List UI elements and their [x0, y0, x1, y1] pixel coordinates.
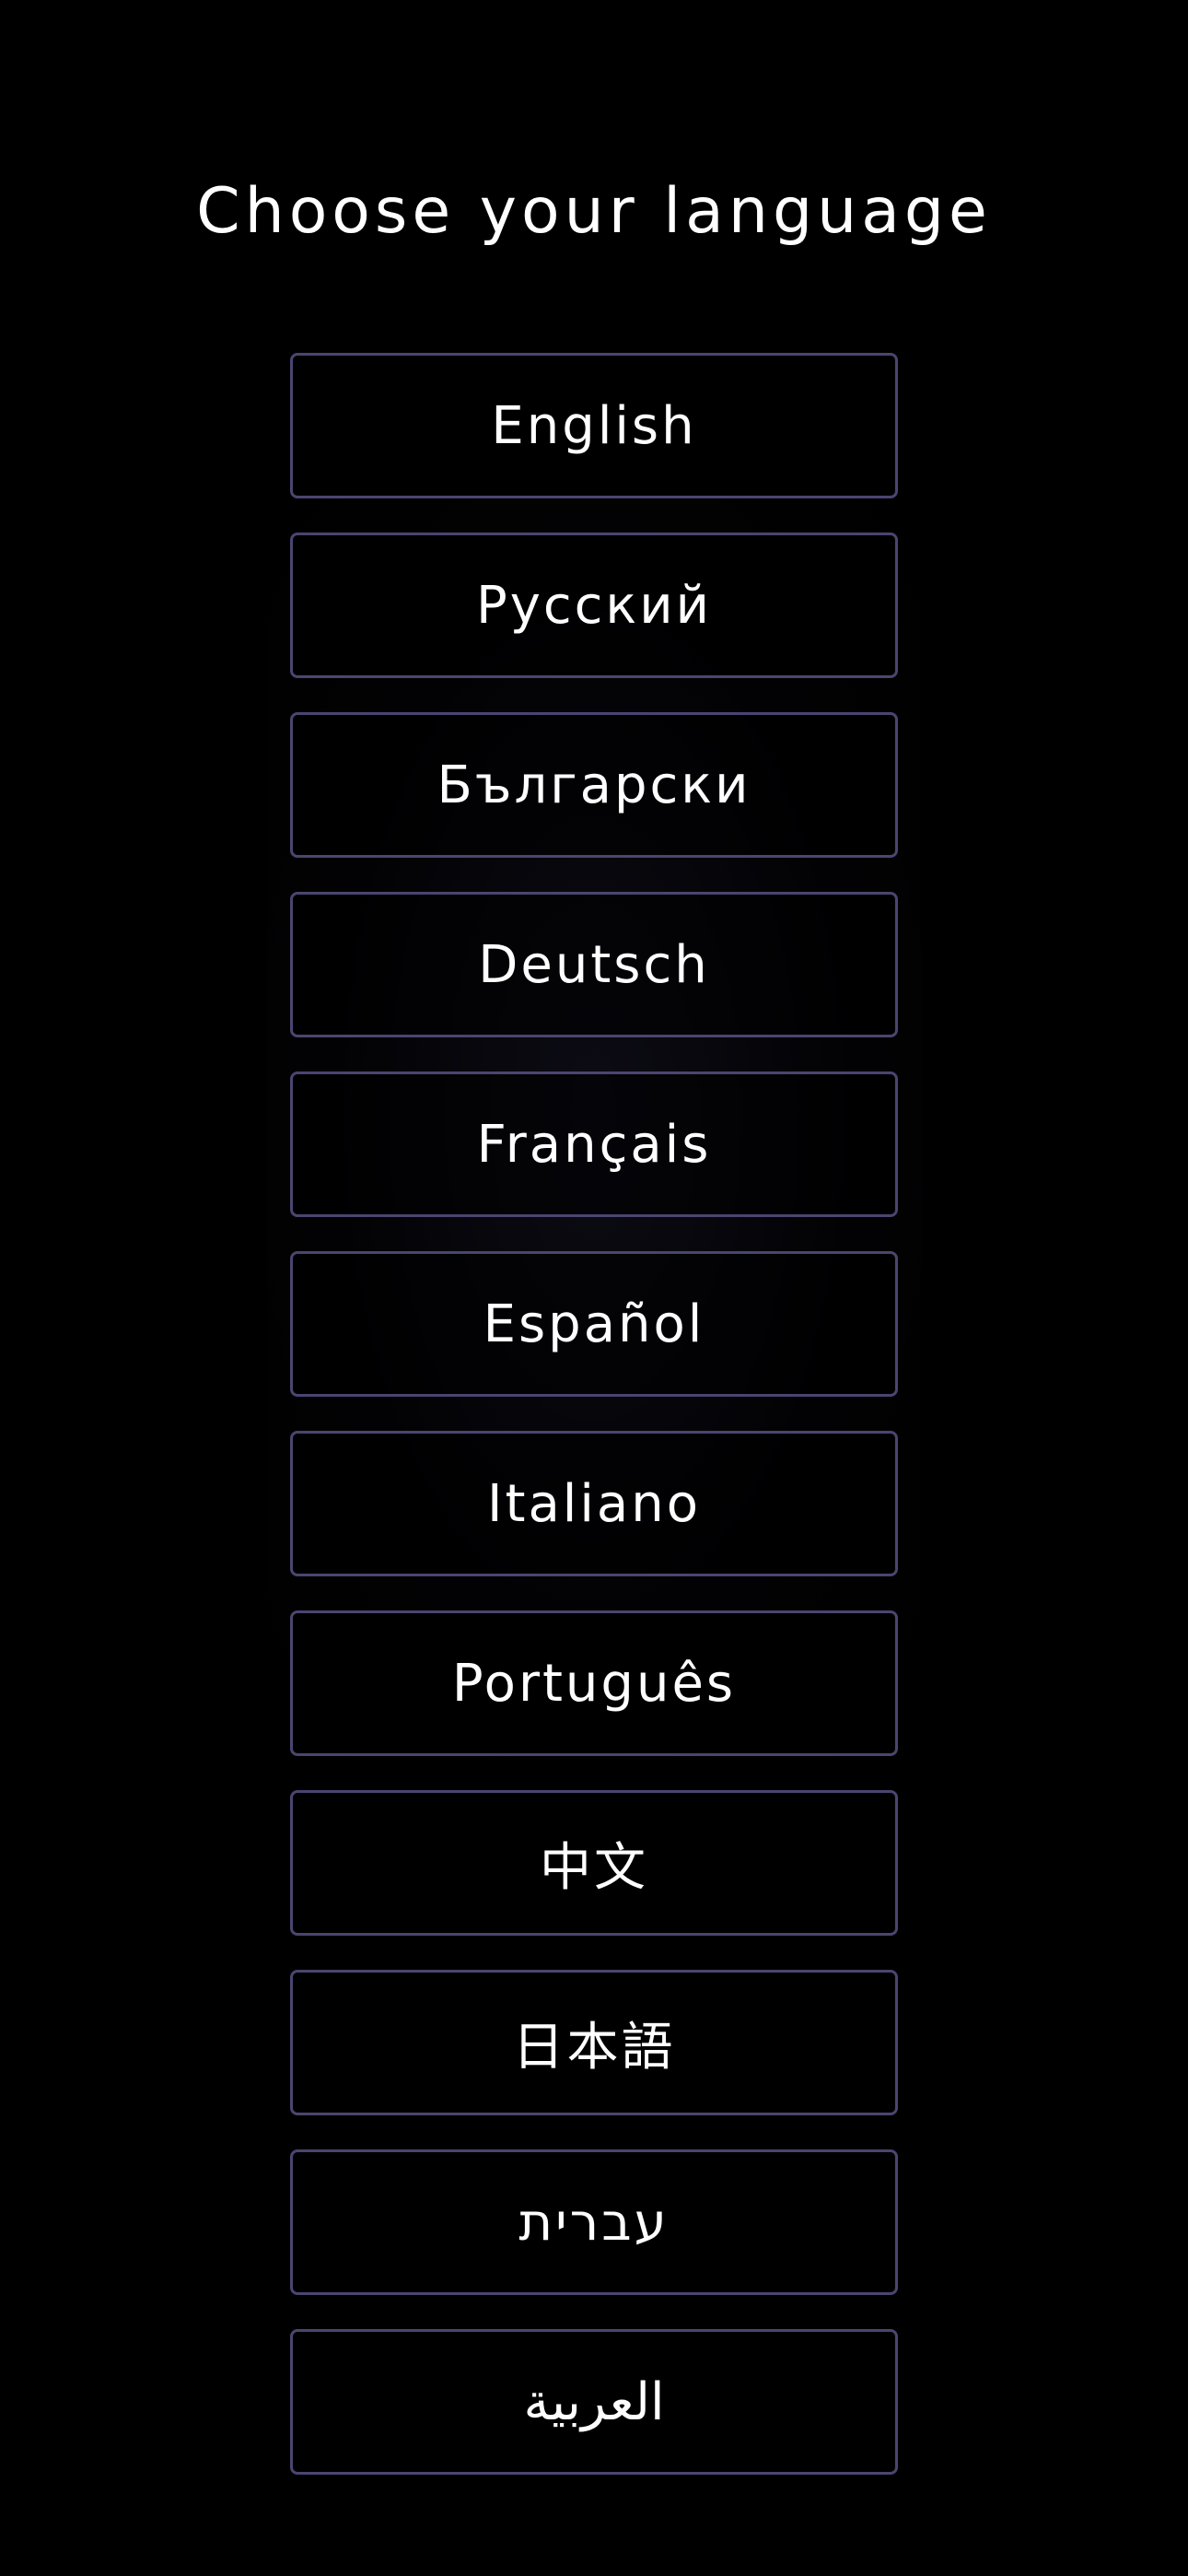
- language-button-hebrew[interactable]: עברית: [290, 2149, 898, 2295]
- page-title: Choose your language: [196, 175, 992, 248]
- language-button-german[interactable]: Deutsch: [290, 892, 898, 1037]
- language-button-japanese[interactable]: 日本語: [290, 1970, 898, 2115]
- language-button-english[interactable]: English: [290, 353, 898, 498]
- language-button-arabic[interactable]: العربية: [290, 2329, 898, 2475]
- language-button-portuguese[interactable]: Português: [290, 1610, 898, 1756]
- language-button-spanish[interactable]: Español: [290, 1251, 898, 1397]
- language-list: English Русский Български Deutsch França…: [290, 353, 898, 2475]
- language-button-italian[interactable]: Italiano: [290, 1431, 898, 1576]
- language-button-french[interactable]: Français: [290, 1071, 898, 1217]
- language-button-russian[interactable]: Русский: [290, 533, 898, 678]
- language-button-chinese[interactable]: 中文: [290, 1790, 898, 1936]
- language-button-bulgarian[interactable]: Български: [290, 712, 898, 858]
